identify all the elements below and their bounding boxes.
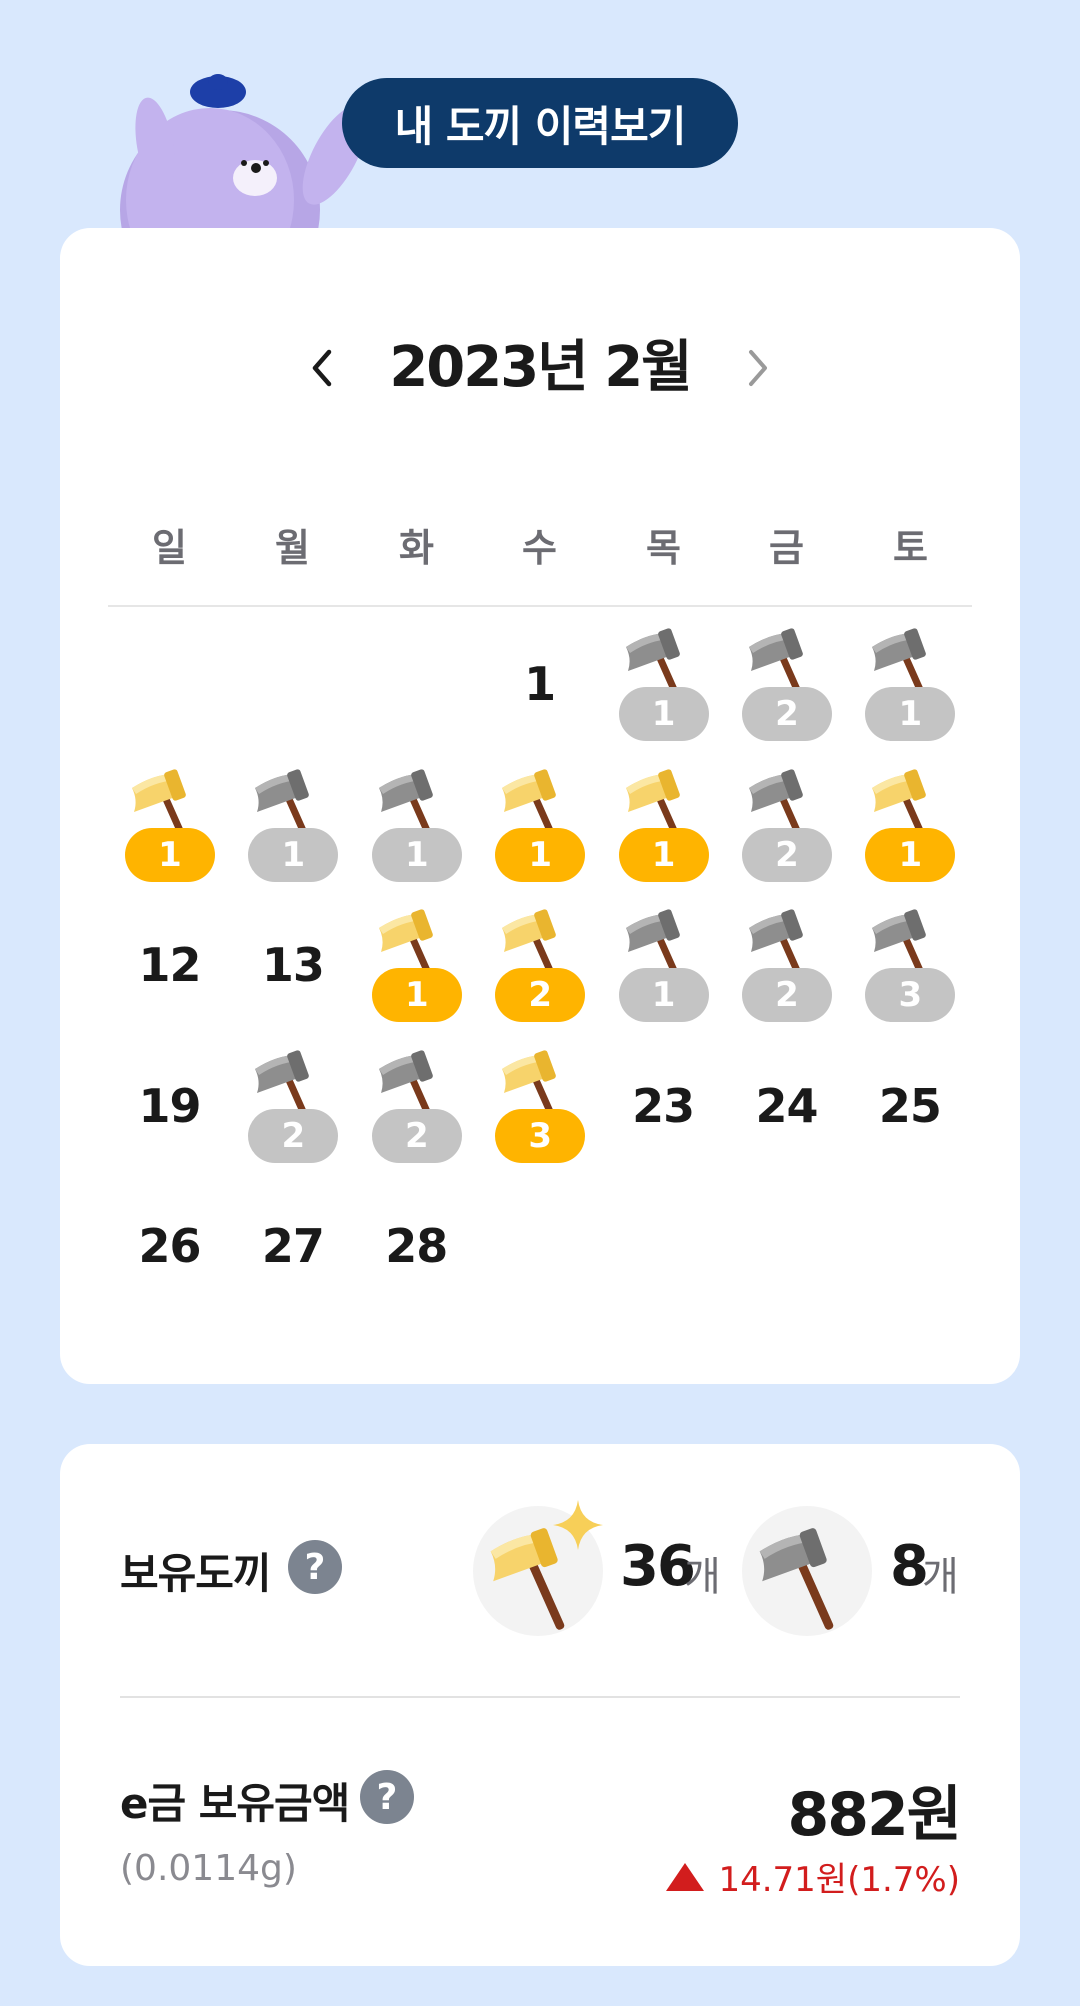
calendar-day-cell[interactable]: 26 — [108, 1185, 231, 1325]
calendar-day-cell[interactable]: 27 — [231, 1185, 354, 1325]
calendar-day-cell[interactable]: 1 — [602, 764, 725, 904]
egold-change: 14.71원(1.7%) — [666, 1852, 960, 1901]
calendar-day-cell[interactable]: 1 — [848, 623, 971, 763]
weekday-header: 일 월 화 수 목 금 토 — [108, 518, 972, 578]
month-title: 2023년 2월 — [389, 335, 692, 400]
weekday-label: 금 — [769, 526, 804, 570]
weekday-label: 토 — [893, 526, 928, 570]
calendar-day-cell[interactable]: 12 — [108, 904, 231, 1044]
calendar-card: 2023년 2월 일 월 화 수 목 금 토 1 1 2 1 1 1 1 1 1 2 1 12 13 1 2… — [60, 228, 1020, 1384]
calendar-day-cell[interactable]: 2 — [478, 904, 601, 1044]
axe-count-badge: 1 — [371, 827, 462, 882]
calendar-day-cell[interactable]: 2 — [355, 1045, 478, 1185]
egold-amount-label: e금 보유금액 — [120, 1779, 350, 1828]
day-number: 25 — [878, 1078, 942, 1133]
calendar-day-cell[interactable]: 2 — [231, 1045, 354, 1185]
axe-count-badge: 1 — [371, 968, 462, 1022]
question-circle-icon[interactable]: ? — [288, 1540, 342, 1594]
weekday-label: 수 — [522, 526, 557, 570]
axe-count-badge: 2 — [742, 687, 832, 741]
axe-count-badge: 2 — [248, 1108, 339, 1163]
egold-grams: (0.0114g) — [120, 1848, 297, 1889]
chevron-right-icon[interactable] — [728, 338, 788, 398]
axe-count-badge: 3 — [865, 968, 956, 1022]
calendar-day-cell[interactable]: 1 — [478, 623, 601, 763]
calendar-day-cell[interactable]: 25 — [848, 1045, 971, 1185]
month-navigator: 2023년 2월 — [60, 328, 1020, 408]
day-number: 19 — [138, 1078, 201, 1133]
axe-count-badge: 2 — [742, 968, 832, 1022]
axe-count-badge: 1 — [125, 827, 215, 882]
question-circle-icon[interactable]: ? — [360, 1770, 414, 1824]
calendar-day-cell[interactable]: 1 — [355, 764, 478, 904]
day-number: 28 — [385, 1219, 448, 1273]
mascot-character-image — [110, 60, 370, 228]
egold-change-value: 14.71원(1.7%) — [718, 1860, 960, 1900]
weekday-label: 월 — [275, 526, 310, 570]
gold-axe-icon — [473, 1500, 603, 1636]
axe-count-badge: 1 — [865, 827, 956, 882]
calendar-day-cell[interactable]: 2 — [725, 904, 848, 1044]
weekday-divider — [108, 605, 972, 607]
summary-card: 보유도끼 ? 36 개 8 개 e금 보유금액 ? 882원 (0.0114g)… — [60, 1444, 1020, 1966]
calendar-day-cell[interactable]: 3 — [478, 1045, 601, 1185]
gold-axe-unit: 개 — [684, 1554, 721, 1600]
calendar-day-cell[interactable]: 23 — [602, 1045, 725, 1185]
day-number: 13 — [261, 938, 325, 992]
axe-count-badge: 1 — [495, 827, 586, 882]
gold-axe-count: 36 — [620, 1534, 696, 1599]
day-number: 12 — [138, 938, 201, 992]
day-number: 23 — [632, 1078, 695, 1133]
view-axe-history-button[interactable]: 내 도끼 이력보기 — [342, 78, 738, 168]
axe-count-badge: 1 — [618, 687, 709, 741]
axe-count-badge: 2 — [742, 827, 832, 882]
axe-count-badge: 2 — [495, 968, 586, 1022]
summary-divider — [120, 1696, 960, 1698]
day-number: 1 — [524, 657, 556, 711]
calendar-day-cell[interactable]: 1 — [848, 764, 971, 904]
axe-count-badge: 1 — [618, 968, 709, 1022]
axe-count-badge: 3 — [495, 1108, 586, 1163]
axe-count-badge: 1 — [865, 687, 956, 741]
silver-axe-icon — [742, 1506, 872, 1636]
calendar-day-cell[interactable]: 1 — [108, 764, 231, 904]
owned-axes-label: 보유도끼 — [120, 1549, 272, 1598]
calendar-day-cell[interactable]: 1 — [478, 764, 601, 904]
calendar-day-cell[interactable]: 3 — [848, 904, 971, 1044]
triangle-up-icon — [666, 1862, 705, 1891]
egold-amount-value: 882원 — [787, 1780, 962, 1850]
weekday-label: 일 — [152, 526, 187, 570]
calendar-day-cell[interactable]: 1 — [355, 904, 478, 1044]
calendar-grid: 1 1 2 1 1 1 1 1 1 2 1 12 13 1 2 1 2 3 19 2 2 3 23 24 25 26 27 28 — [108, 623, 972, 1323]
calendar-day-cell[interactable]: 2 — [725, 764, 848, 904]
calendar-day-cell[interactable]: 13 — [231, 904, 354, 1044]
calendar-day-cell[interactable]: 2 — [725, 623, 848, 763]
calendar-day-cell[interactable]: 19 — [108, 1045, 231, 1185]
weekday-label: 목 — [646, 526, 681, 570]
axe-count-badge: 2 — [371, 1108, 462, 1163]
sparkle-icon — [553, 1500, 603, 1550]
day-number: 26 — [138, 1219, 201, 1273]
axe-count-badge: 1 — [618, 827, 709, 882]
calendar-day-cell[interactable]: 1 — [231, 764, 354, 904]
silver-axe-unit: 개 — [922, 1554, 959, 1600]
day-number: 27 — [261, 1219, 325, 1273]
weekday-label: 화 — [399, 526, 434, 570]
calendar-day-cell[interactable]: 1 — [602, 623, 725, 763]
axe-count-badge: 1 — [248, 827, 339, 882]
calendar-day-cell[interactable]: 1 — [602, 904, 725, 1044]
calendar-day-cell[interactable]: 24 — [725, 1045, 848, 1185]
calendar-day-cell[interactable]: 28 — [355, 1185, 478, 1325]
day-number: 24 — [755, 1078, 818, 1133]
